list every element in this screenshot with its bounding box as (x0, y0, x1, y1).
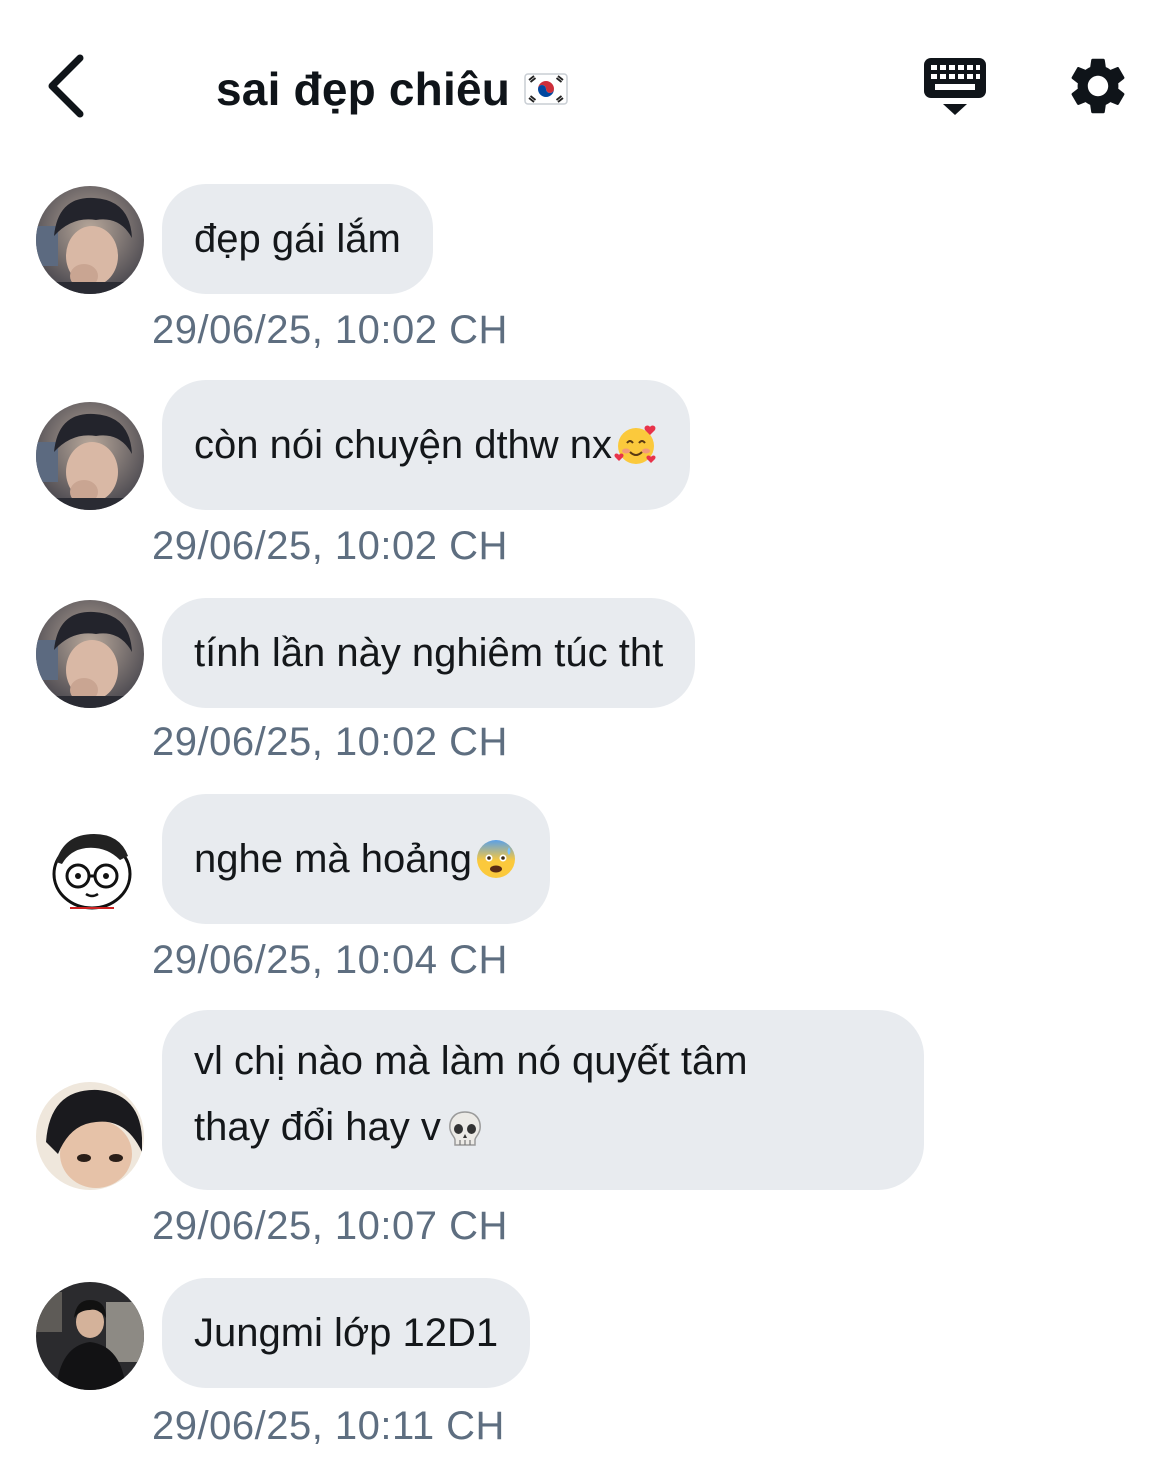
avatar-photo-icon (36, 600, 144, 708)
avatar-photo-icon (36, 1282, 144, 1390)
avatar[interactable] (36, 600, 144, 708)
message-text-line: thay đổi hay v (194, 1094, 892, 1160)
message-text: Jungmi lớp 12D1 (194, 1311, 499, 1355)
message-timestamp: 29/06/25, 10:02 CH (152, 720, 508, 764)
avatar-photo-icon (36, 402, 144, 510)
cartoon-avatar-icon (36, 816, 144, 924)
message-timestamp: 29/06/25, 10:04 CH (152, 938, 508, 982)
message-text: nghe mà hoảng (194, 837, 473, 881)
chat-header: sai đẹp chiêu (0, 0, 1170, 170)
gear-icon (1071, 58, 1125, 114)
message-timestamp: 29/06/25, 10:02 CH (152, 308, 508, 352)
message-timestamp: 29/06/25, 10:11 CH (152, 1404, 505, 1448)
message-text-line: vl chị nào mà làm nó quyết tâm (194, 1039, 748, 1083)
keyboard-dismiss-icon (924, 58, 986, 115)
chevron-left-icon (48, 54, 84, 118)
message-text: tính lần này nghiêm túc tht (194, 631, 664, 675)
skull-icon (448, 1111, 481, 1147)
avatar[interactable] (36, 402, 144, 510)
avatar-photo-icon (36, 186, 144, 294)
message-text: đẹp gái lắm (194, 217, 401, 261)
settings-button[interactable] (1064, 52, 1132, 120)
message-bubble[interactable]: Jungmi lớp 12D1 (162, 1278, 531, 1388)
message-text: còn nói chuyện dthw nx (194, 423, 613, 467)
message-bubble[interactable]: vl chị nào mà làm nó quyết tâm thay đổi … (162, 1010, 924, 1190)
avatar-photo-icon (36, 1082, 144, 1190)
keyboard-toggle-button[interactable] (920, 56, 990, 118)
message-bubble[interactable]: đẹp gái lắm (162, 184, 433, 294)
back-button[interactable] (40, 52, 96, 120)
avatar[interactable] (36, 1082, 144, 1190)
chat-title-text: sai đẹp chiêu (216, 63, 511, 115)
message-timestamp: 29/06/25, 10:02 CH (152, 524, 508, 568)
south-korea-flag-icon (524, 73, 568, 105)
message-bubble[interactable]: còn nói chuyện dthw nx (162, 380, 691, 510)
message-bubble[interactable]: nghe mà hoảng (162, 794, 551, 924)
avatar[interactable] (36, 816, 144, 924)
message-timestamp: 29/06/25, 10:07 CH (152, 1204, 508, 1248)
anxious-face-icon (477, 840, 516, 878)
avatar[interactable] (36, 1282, 144, 1390)
chat-title: sai đẹp chiêu (216, 62, 568, 116)
avatar[interactable] (36, 186, 144, 294)
smiling-face-with-hearts-icon (614, 425, 656, 464)
message-bubble[interactable]: tính lần này nghiêm túc tht (162, 598, 696, 708)
